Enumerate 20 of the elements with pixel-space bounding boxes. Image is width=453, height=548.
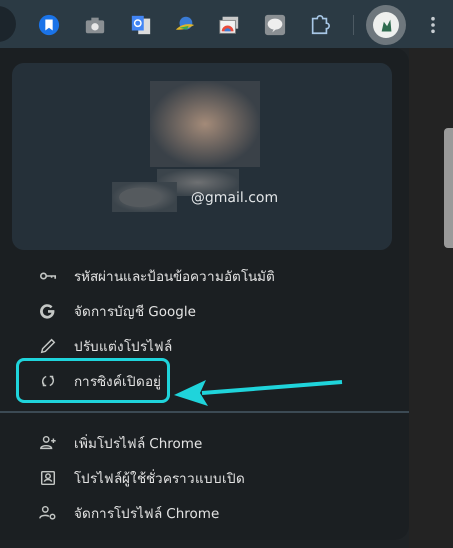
menu-item[interactable]: โปรไฟล์ผู้ใช้ชั่วคราวแบบเปิด bbox=[16, 460, 254, 495]
menu-icon[interactable] bbox=[429, 16, 437, 34]
pencil-icon bbox=[39, 336, 57, 354]
person-gear-icon bbox=[39, 504, 57, 522]
translate-icon[interactable] bbox=[130, 14, 152, 36]
email-text: @gmail.com bbox=[190, 190, 278, 206]
menu-item[interactable]: การซิงค์เปิดอยู่ bbox=[16, 358, 170, 403]
add-person-icon bbox=[39, 434, 57, 452]
profile-button[interactable] bbox=[366, 5, 406, 45]
scrollbar-thumb[interactable] bbox=[444, 128, 453, 248]
menu-item[interactable]: รหัสผ่านและป้อนข้อความอัตโนมัติ bbox=[16, 258, 284, 293]
bookmark-icon[interactable] bbox=[38, 14, 60, 36]
profile-card-icon bbox=[39, 468, 57, 486]
puzzle-icon[interactable] bbox=[309, 14, 331, 36]
chat-icon[interactable] bbox=[264, 14, 286, 36]
pictures-icon[interactable] bbox=[218, 14, 240, 36]
menu-item[interactable]: จัดการบัญชี Google bbox=[16, 293, 205, 328]
google-icon bbox=[39, 302, 57, 320]
menu-item[interactable]: เพิ่มโปรไฟล์ Chrome bbox=[16, 425, 212, 460]
menu-item[interactable]: จัดการโปรไฟล์ Chrome bbox=[16, 495, 228, 530]
